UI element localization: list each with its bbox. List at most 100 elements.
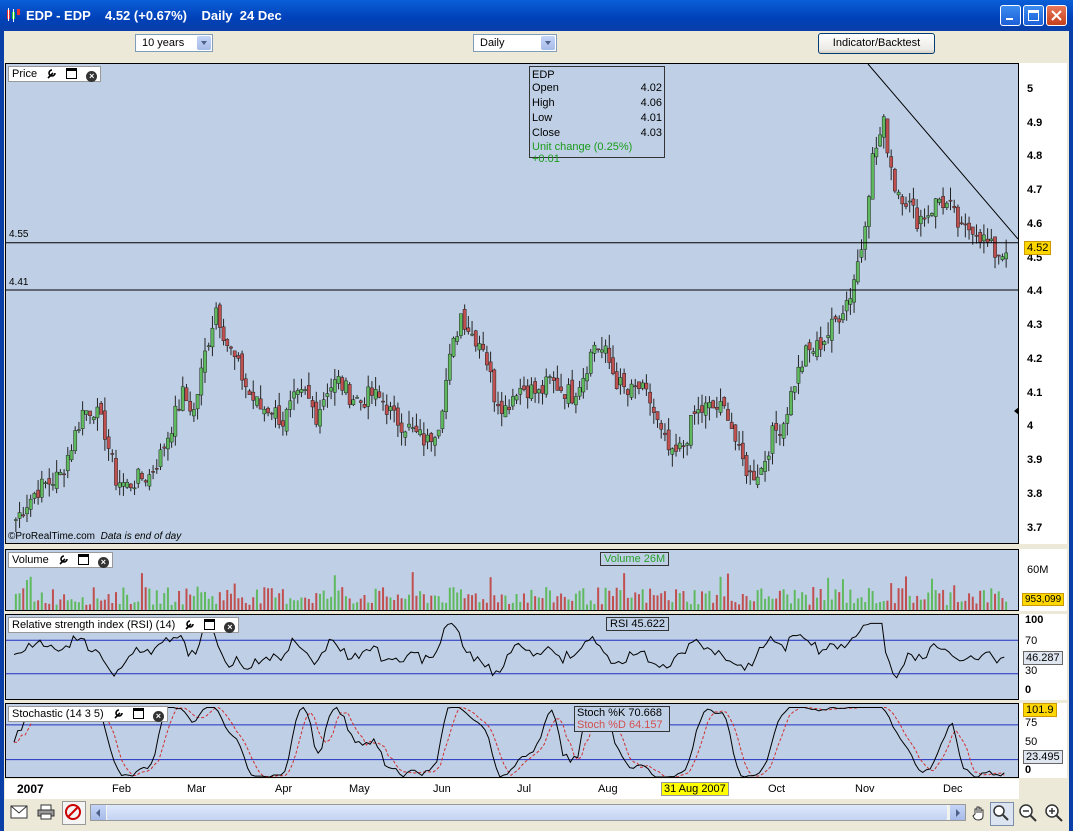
candle-body <box>269 412 274 415</box>
volume-bar <box>159 603 162 610</box>
candle-body <box>43 482 48 484</box>
volume-bar <box>307 599 310 610</box>
month-label: Dec <box>943 783 963 795</box>
candle-body <box>978 232 983 243</box>
volume-bar <box>971 596 974 610</box>
volume-bar <box>1001 598 1004 610</box>
horizontal-scrollbar[interactable] <box>90 804 966 821</box>
volume-bar <box>467 594 470 610</box>
copyright-note: Data is end of day <box>100 531 182 542</box>
volume-bar <box>118 603 121 610</box>
candle-body <box>703 402 708 416</box>
price-tick: 4.7 <box>1027 184 1043 197</box>
zoom-tool-button[interactable] <box>990 802 1014 826</box>
window-icon[interactable] <box>132 708 144 719</box>
volume-bar <box>482 599 485 610</box>
rsi-info: RSI 45.622 <box>606 617 670 631</box>
volume-bar <box>441 602 444 610</box>
close-panel-icon[interactable]: × <box>97 557 109 568</box>
print-icon[interactable] <box>37 804 55 820</box>
wrench-icon[interactable] <box>113 708 124 719</box>
volume-bar <box>330 596 333 610</box>
price-panel[interactable]: Price × 4.55 4.41 EDP Open 4.02 High 4.06 Lo… <box>5 63 1019 544</box>
wrench-icon[interactable] <box>46 68 57 79</box>
candle-body <box>314 401 319 425</box>
zoom-out-icon[interactable] <box>1018 803 1038 823</box>
candle-body <box>874 147 879 158</box>
price-tick: 4.8 <box>1027 150 1043 163</box>
volume-bar <box>1005 601 1008 610</box>
candle-body <box>844 300 849 312</box>
candle-body <box>822 341 827 345</box>
info-row: High 4.06 <box>530 96 664 111</box>
candle-body <box>344 380 348 394</box>
window-icon[interactable] <box>204 619 216 630</box>
chevron-left-icon <box>96 809 100 817</box>
volume-bar <box>515 594 518 610</box>
period-select[interactable]: 10 years <box>135 34 213 52</box>
month-label: Jun <box>433 783 451 795</box>
price-chart[interactable] <box>6 64 1018 543</box>
maximize-button[interactable] <box>1023 5 1044 26</box>
sync-toggle-button[interactable] <box>62 801 86 825</box>
info-change: Unit change (0.25%) +0.01 <box>532 141 633 165</box>
stoch-axis: 101.9 75 50 25 0 23.495 <box>1019 703 1067 778</box>
chevron-down-icon[interactable] <box>541 36 555 50</box>
candle-body <box>325 393 330 397</box>
info-key: Low <box>532 112 553 124</box>
candle-body <box>17 512 22 519</box>
volume-bar <box>652 595 655 610</box>
close-panel-icon[interactable]: × <box>152 711 164 722</box>
volume-bar <box>838 592 841 610</box>
candle-body <box>893 169 897 192</box>
scroll-thumb[interactable] <box>107 805 947 820</box>
scroll-left-button[interactable] <box>91 805 106 820</box>
hand-icon[interactable] <box>971 805 987 821</box>
candle-body <box>210 327 215 348</box>
volume-bar <box>660 593 663 610</box>
indicator-backtest-button[interactable]: Indicator/Backtest <box>818 33 935 54</box>
candle-body <box>373 389 378 400</box>
candle-body <box>370 387 374 396</box>
candle-body <box>740 442 745 460</box>
candle-body <box>366 386 371 407</box>
volume-bar <box>689 604 692 610</box>
zoom-in-icon[interactable] <box>1044 803 1064 823</box>
close-panel-icon[interactable]: × <box>86 71 98 82</box>
mail-icon[interactable] <box>10 805 28 819</box>
stochastic-panel[interactable]: Stochastic (14 3 5) × Stoch %K 70.668 St… <box>5 703 1019 778</box>
window-icon[interactable] <box>66 68 78 79</box>
volume-bar <box>526 602 529 610</box>
close-panel-icon[interactable]: × <box>224 622 236 633</box>
candle-body <box>904 203 908 207</box>
volume-bar <box>215 603 218 610</box>
candle-body <box>188 401 193 412</box>
volume-bar <box>59 599 62 610</box>
copyright-text: ©ProRealTime.com Data is end of day <box>8 531 181 542</box>
chevron-down-icon[interactable] <box>197 36 211 50</box>
interval-select[interactable]: Daily <box>473 34 557 52</box>
price-tick: 4.3 <box>1027 319 1043 332</box>
scroll-right-button[interactable] <box>950 805 965 820</box>
hline-label-455: 4.55 <box>9 229 29 240</box>
candle-body <box>65 455 70 472</box>
candle-body <box>451 337 456 357</box>
volume-chart[interactable] <box>6 550 1018 610</box>
volume-bar <box>382 587 385 610</box>
minimize-button[interactable] <box>1000 5 1021 26</box>
wrench-icon[interactable] <box>184 619 195 630</box>
candle-body <box>970 226 975 235</box>
rsi-panel[interactable]: Relative strength index (RSI) (14) × RSI… <box>5 614 1019 700</box>
candle-body <box>600 349 604 353</box>
volume-bar <box>741 593 744 610</box>
window-icon[interactable] <box>77 554 89 565</box>
last-volume-tag: 953,099 <box>1022 593 1065 606</box>
volume-bar <box>404 598 407 610</box>
stoch-tick-75: 75 <box>1025 717 1038 729</box>
volume-bar <box>408 594 411 610</box>
close-button[interactable] <box>1046 5 1067 26</box>
stoch-tick-0: 0 <box>1025 764 1032 776</box>
candle-body <box>462 308 467 330</box>
volume-panel[interactable]: Volume × Volume 26M <box>5 549 1019 611</box>
wrench-icon[interactable] <box>58 554 69 565</box>
